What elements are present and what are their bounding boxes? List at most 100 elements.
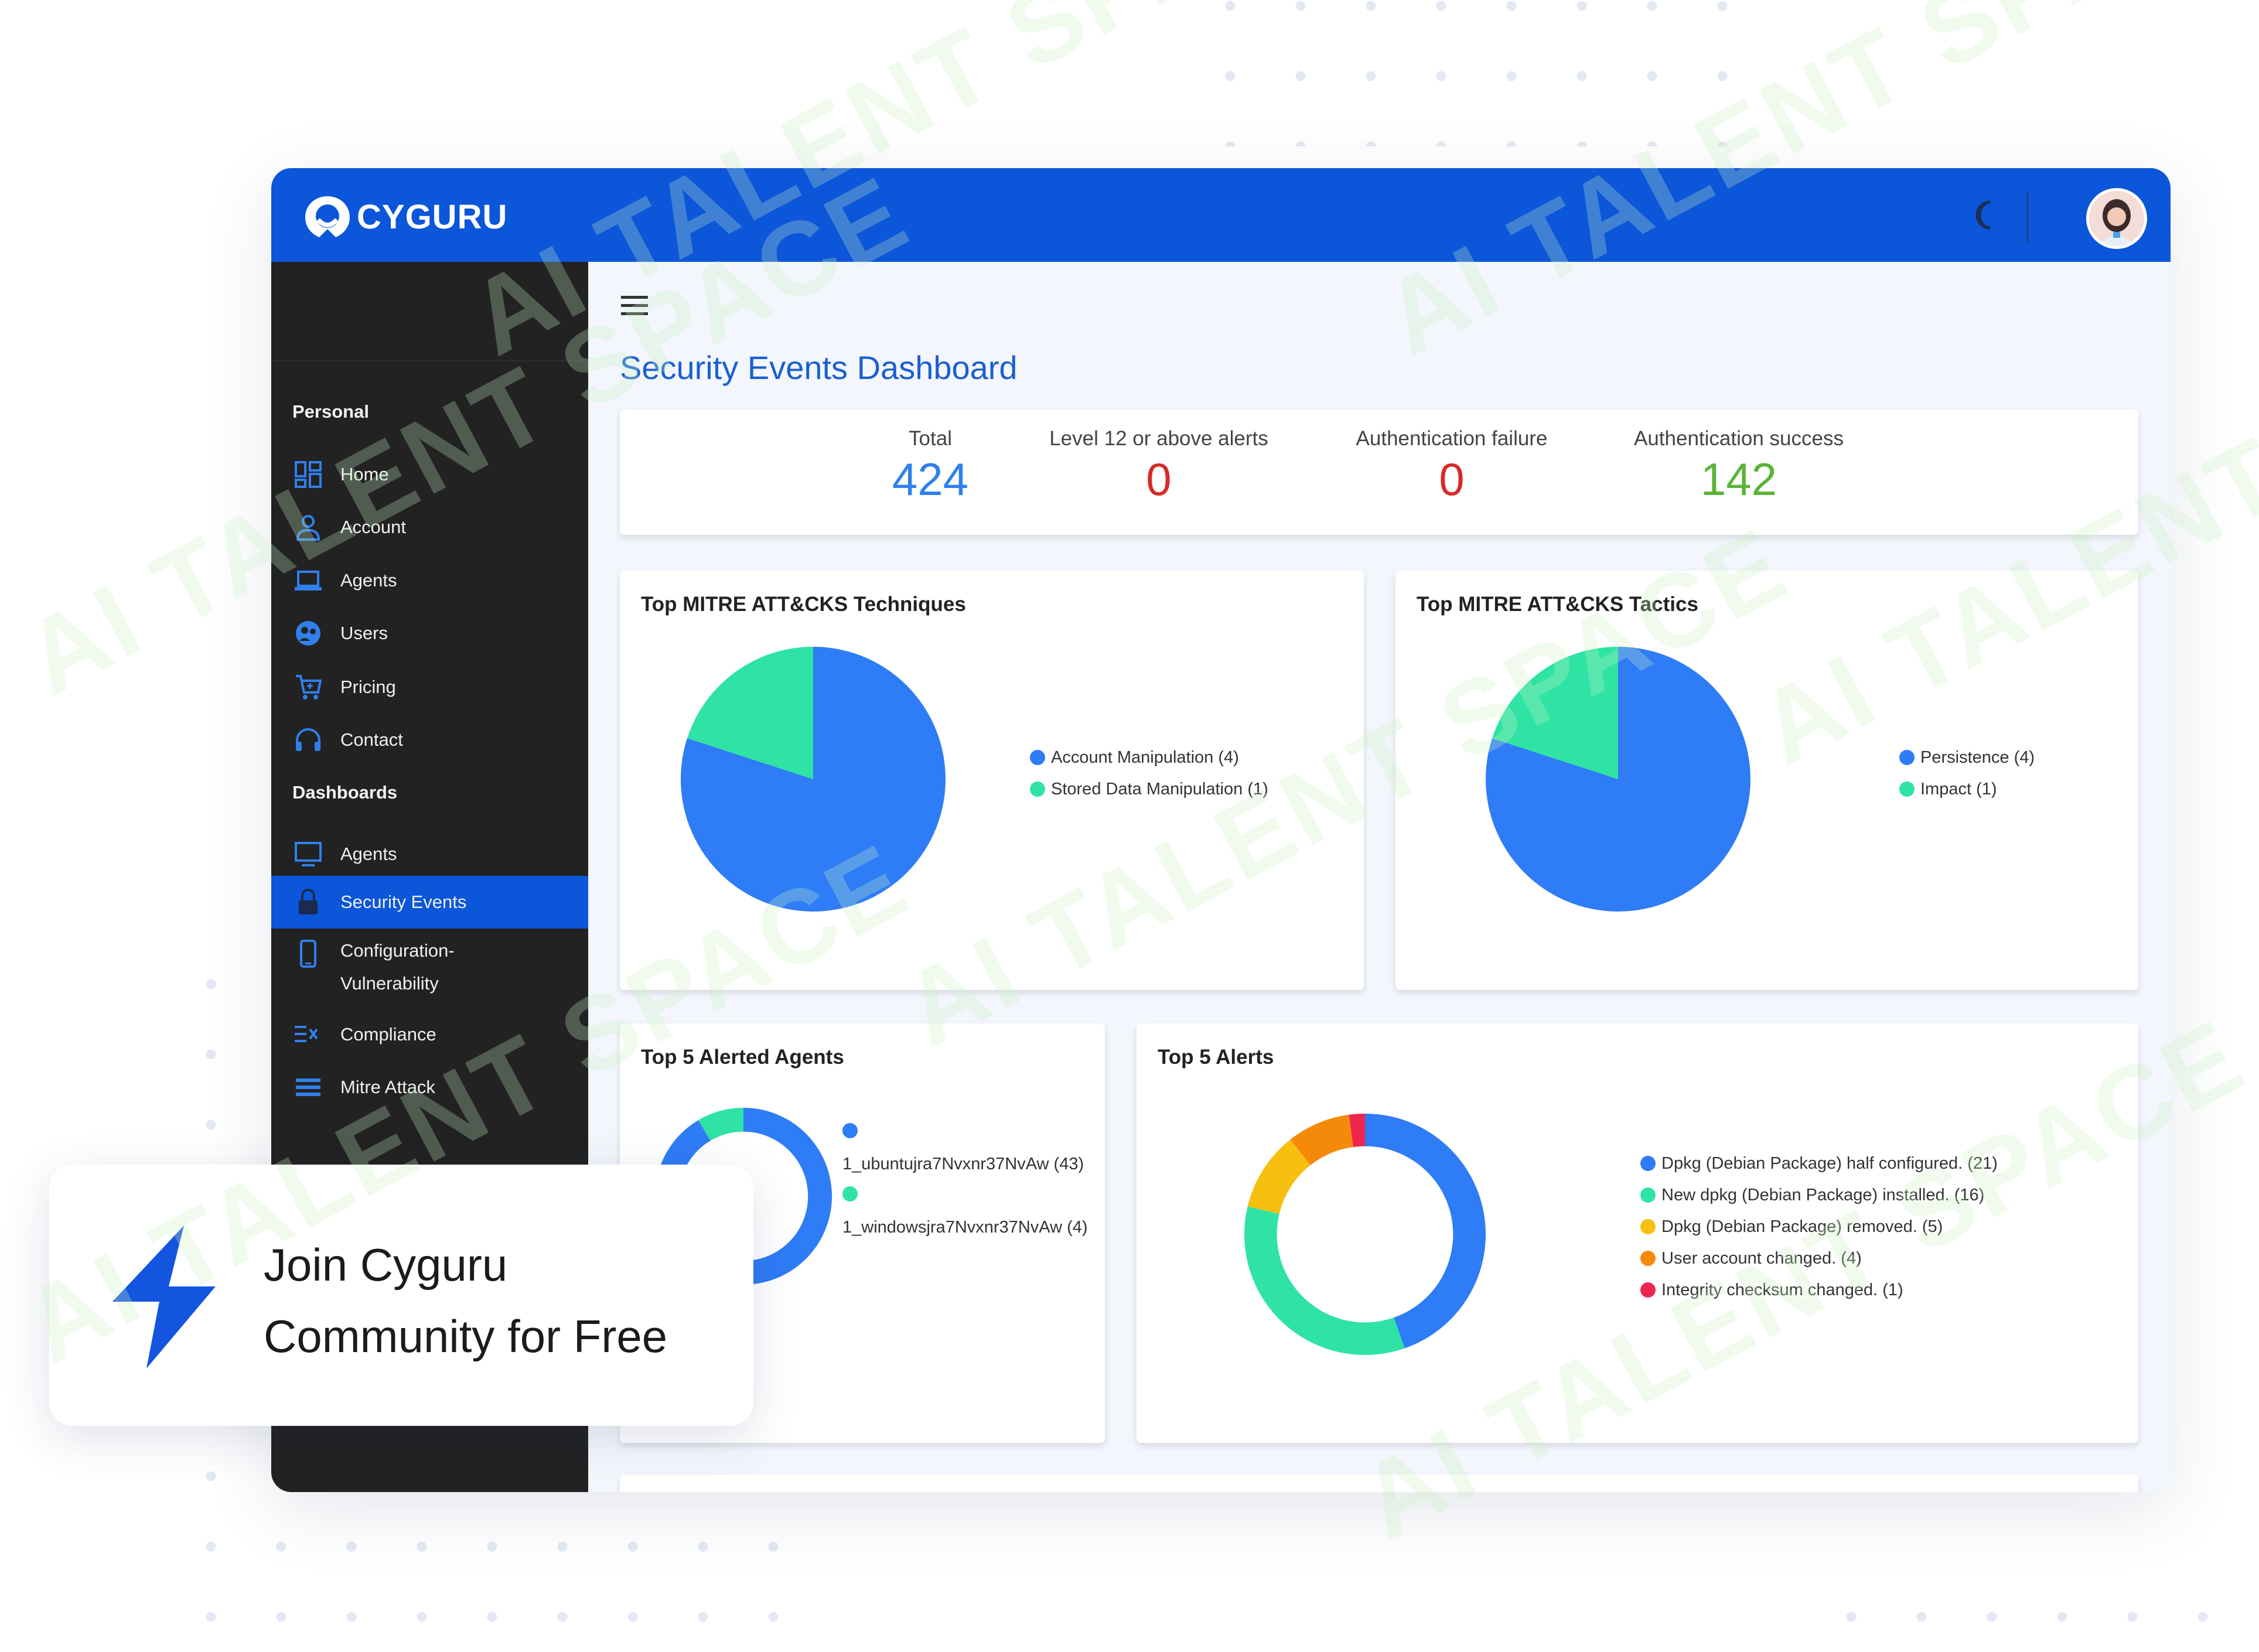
promo-line-1: Join Cyguru	[264, 1239, 508, 1291]
sidebar-item-label: Compliance	[340, 1024, 436, 1045]
sidebar-item-label: Account	[340, 517, 407, 537]
legend-item[interactable]: Impact (1)	[1899, 773, 2035, 805]
chart-legend: Account Manipulation (4) Stored Data Man…	[1030, 742, 1268, 805]
chart-slice-3[interactable]	[1247, 1139, 1311, 1214]
sidebar-item-compliance[interactable]: Compliance	[271, 1008, 588, 1061]
main-content: Security Events Dashboard Total 424 Leve…	[588, 262, 2171, 1492]
legend-dot	[1030, 781, 1045, 797]
chart-legend: Persistence (4) Impact (1)	[1899, 742, 2035, 805]
headset-icon	[296, 728, 320, 751]
legend-item[interactable]: Persistence (4)	[1899, 742, 2035, 773]
laptop-icon	[295, 571, 322, 591]
user-avatar[interactable]	[2086, 188, 2147, 249]
legend-dot	[1640, 1219, 1656, 1234]
stat-value: 424	[892, 453, 969, 505]
checklist-icon	[295, 1026, 318, 1042]
legend-item[interactable]: Dpkg (Debian Package) removed. (5)	[1640, 1211, 1998, 1243]
stat-value: 142	[1700, 453, 1777, 505]
mobile-icon	[300, 940, 316, 968]
legend-item[interactable]: New dpkg (Debian Package) installed. (16…	[1640, 1179, 1998, 1211]
topbar-divider	[2026, 192, 2029, 243]
sidebar-item-users[interactable]: Users	[271, 607, 588, 660]
user-avatar-icon	[2089, 191, 2144, 246]
stat-label: Level 12 or above alerts	[1049, 427, 1268, 450]
dark-mode-moon-icon[interactable]	[1969, 199, 2002, 231]
stat-label: Total	[909, 427, 952, 450]
legend-dot	[1640, 1251, 1656, 1266]
legend-dot	[1640, 1187, 1656, 1203]
sidebar-item-mitre-attack[interactable]: Mitre Attack	[271, 1061, 588, 1114]
techniques-pie-chart	[681, 647, 946, 912]
section-title-personal: Personal	[292, 401, 369, 422]
chart-title: Top 5 Alerted Agents	[641, 1046, 844, 1069]
stat-label: Authentication success	[1634, 427, 1844, 450]
legend-label[interactable]: 1_windowsjra7Nvxnr37NvAw (4)	[842, 1214, 1094, 1240]
legend-item[interactable]: Stored Data Manipulation (1)	[1030, 773, 1268, 805]
chart-slice-4[interactable]	[1290, 1114, 1354, 1166]
sidebar-item-label: Pricing	[340, 677, 396, 697]
dot-pattern	[1816, 1582, 2259, 1652]
legend-label[interactable]: 1_ubuntujra7Nvxnr37NvAw (43)	[842, 1151, 1094, 1177]
sidebar-item-label: Agents	[340, 844, 397, 864]
sidebar-item-account[interactable]: Account	[271, 501, 588, 554]
sidebar-item-security-events[interactable]: Security Events	[271, 876, 588, 929]
cart-icon	[296, 675, 322, 699]
section-title-dashboards: Dashboards	[292, 782, 398, 803]
lightning-bolt-icon	[112, 1226, 216, 1368]
legend-dot	[1899, 750, 1915, 765]
legend-dot	[842, 1186, 858, 1202]
sidebar-item-configuration-vulnerability[interactable]: Configuration- Vulnerability	[271, 929, 588, 1005]
chart-title: Top MITRE ATT&CKS Techniques	[641, 593, 966, 616]
logo[interactable]: CYGURU	[302, 194, 507, 240]
sidebar-item-dashboard-agents[interactable]: Agents	[271, 828, 588, 880]
chart-slice-2[interactable]	[1244, 1206, 1405, 1355]
stat-label: Authentication failure	[1356, 427, 1548, 450]
sidebar-item-label: Agents	[340, 570, 397, 591]
globe-users-icon	[296, 621, 320, 646]
legend-dot	[1899, 781, 1915, 797]
chart-slice-1[interactable]	[1364, 1114, 1486, 1349]
tactics-pie-chart	[1486, 647, 1750, 912]
lock-icon	[299, 889, 318, 914]
stat-total: Total 424	[872, 427, 989, 504]
legend-item[interactable]: User account changed. (4)	[1640, 1243, 1998, 1274]
chart-slice-2[interactable]	[698, 1108, 744, 1141]
list-icon	[296, 1078, 320, 1096]
legend-label: Integrity checksum changed. (1)	[1661, 1280, 1903, 1299]
techniques-chart-card: Top MITRE ATT&CKS Techniques Account Man…	[620, 571, 1364, 990]
tactics-chart-card: Top MITRE ATT&CKS Tactics Persistence (4…	[1395, 571, 2138, 990]
legend-label: Persistence (4)	[1920, 748, 2035, 767]
user-icon	[296, 515, 320, 541]
legend-label: User account changed. (4)	[1661, 1248, 1862, 1268]
chart-legend: 1_ubuntujra7Nvxnr37NvAw (43) 1_windowsjr…	[842, 1123, 1094, 1250]
legend-item[interactable]: Account Manipulation (4)	[1030, 742, 1268, 773]
sidebar-item-label: Mitre Attack	[340, 1077, 435, 1097]
sidebar-item-label: Security Events	[340, 892, 467, 912]
legend-label: Stored Data Manipulation (1)	[1051, 779, 1268, 798]
top-bar: CYGURU	[271, 168, 2171, 262]
grid-icon	[295, 461, 322, 488]
legend-item[interactable]: Dpkg (Debian Package) half configured. (…	[1640, 1148, 1998, 1179]
alerts-donut-chart	[1244, 1114, 1486, 1355]
top-alerts-chart-card: Top 5 Alerts Dpkg (Debian Package) half …	[1137, 1023, 2138, 1443]
sidebar-item-pricing[interactable]: Pricing	[271, 661, 588, 714]
promo-card[interactable]: Join Cyguru Community for Free	[49, 1165, 753, 1426]
chart-legend: Dpkg (Debian Package) half configured. (…	[1640, 1148, 1998, 1306]
promo-text: Join Cyguru Community for Free	[264, 1229, 667, 1372]
menu-toggle-hamburger-icon[interactable]	[621, 296, 648, 316]
legend-dot	[842, 1123, 858, 1138]
legend-dot	[1640, 1282, 1656, 1298]
chart-slice-5[interactable]	[1349, 1114, 1366, 1148]
stat-value: 0	[1146, 453, 1172, 505]
sidebar-item-contact[interactable]: Contact	[271, 714, 588, 766]
page-title: Security Events Dashboard	[620, 349, 1018, 386]
cyguru-logo-icon	[305, 196, 350, 237]
legend-item[interactable]: Integrity checksum changed. (1)	[1640, 1274, 1998, 1306]
promo-line-2: Community for Free	[264, 1310, 668, 1362]
stat-auth-failure: Authentication failure 0	[1329, 427, 1575, 504]
sidebar-divider	[271, 360, 588, 361]
sidebar-item-agents[interactable]: Agents	[271, 554, 588, 607]
sidebar-item-home[interactable]: Home	[271, 448, 588, 501]
sidebar-item-label: Contact	[340, 729, 403, 750]
stat-auth-success: Authentication success 142	[1610, 427, 1868, 504]
